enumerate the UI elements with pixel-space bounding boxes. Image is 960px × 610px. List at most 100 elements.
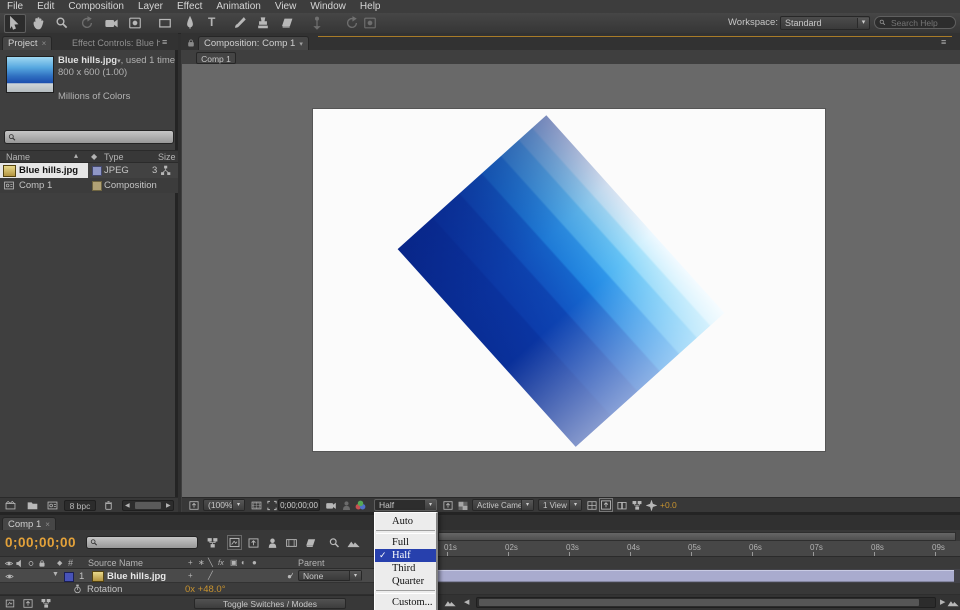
menu-item-auto[interactable]: Auto (375, 515, 436, 528)
scrollbar-thumb[interactable] (479, 599, 919, 606)
region-of-interest-icon[interactable] (266, 500, 278, 511)
shared-view-icon[interactable] (600, 499, 612, 511)
exposure-value[interactable]: +0.0 (660, 500, 677, 510)
source-name-column[interactable]: Source Name (88, 558, 143, 568)
property-name[interactable]: Rotation (87, 584, 122, 595)
label-swatch[interactable] (92, 181, 102, 191)
column-name[interactable]: Name (6, 152, 30, 162)
menu-file[interactable]: File (0, 1, 30, 12)
work-area-bar[interactable] (438, 532, 956, 541)
project-search-input[interactable] (19, 132, 170, 142)
menu-item-full[interactable]: Full (375, 536, 436, 549)
menu-item-quarter[interactable]: Quarter (375, 575, 436, 588)
camera-tool-icon[interactable] (104, 16, 119, 30)
close-icon[interactable]: × (45, 520, 50, 529)
table-row[interactable]: Comp 1 Composition (0, 178, 178, 193)
tab-project[interactable]: Project × (2, 36, 52, 50)
expand-inout-pane-icon[interactable] (22, 598, 34, 609)
brainstorm-icon[interactable] (328, 537, 341, 549)
toggle-switches-modes-button[interactable]: Toggle Switches / Modes (194, 598, 346, 609)
menu-layer[interactable]: Layer (131, 1, 170, 12)
timeline-button-icon[interactable] (616, 500, 628, 511)
zoom-tool-icon[interactable] (55, 16, 69, 30)
show-channel-icon[interactable] (354, 499, 367, 512)
project-search-box[interactable] (4, 130, 174, 144)
scroll-left-icon[interactable]: ◀ (125, 502, 130, 509)
interpret-footage-icon[interactable] (4, 500, 17, 511)
motion-blur-icon[interactable] (304, 537, 317, 549)
layer-label-swatch[interactable] (64, 572, 74, 582)
menu-animation[interactable]: Animation (209, 1, 267, 12)
type-tool-icon[interactable]: T (208, 15, 215, 29)
chevron-down-icon[interactable]: ▾ (299, 40, 303, 48)
timeline-search-input[interactable] (101, 538, 194, 548)
pan-behind-tool-icon[interactable] (128, 16, 142, 30)
live-update-icon[interactable] (228, 536, 241, 549)
help-search-input[interactable] (889, 17, 951, 29)
safe-margins-icon[interactable] (250, 500, 263, 511)
panel-lock-icon[interactable] (186, 38, 196, 48)
clone-stamp-tool-icon[interactable] (256, 16, 270, 30)
layer-position-switch[interactable]: + (188, 571, 193, 580)
bit-depth-button[interactable]: 8 bpc (64, 500, 96, 511)
menu-effect[interactable]: Effect (170, 1, 209, 12)
table-row[interactable]: Blue hills.jpg JPEG 3 (0, 163, 178, 178)
draft-3d-icon[interactable] (247, 537, 260, 549)
column-size[interactable]: Size (158, 152, 176, 162)
footage-name[interactable]: Blue hills.jpg (58, 55, 117, 66)
menu-item-custom[interactable]: Custom... (375, 596, 436, 609)
row-name[interactable]: Blue hills.jpg (19, 165, 78, 176)
scroll-left-icon[interactable]: ◀ (464, 598, 469, 606)
timeline-timecode[interactable]: 0;00;00;00 (5, 535, 76, 550)
brush-tool-icon[interactable] (232, 16, 246, 30)
tab-timeline-comp1[interactable]: Comp 1 × (2, 517, 56, 530)
help-search-box[interactable] (874, 16, 956, 29)
project-panel-menu-icon[interactable]: ≡ (162, 37, 167, 47)
shy-layers-icon[interactable] (266, 537, 279, 549)
rotation-tool-icon[interactable] (80, 16, 94, 30)
view-layout-dropdown[interactable]: 1 View ▾ (538, 499, 582, 511)
menu-view[interactable]: View (268, 1, 304, 12)
layer-expand-triangle[interactable]: ▼ (52, 571, 59, 578)
parent-dropdown[interactable]: None ▾ (298, 570, 362, 581)
time-ruler[interactable]: 01s 02s 03s 04s 05s 06s 07s 08s 09s (438, 541, 960, 557)
pen-tool-icon[interactable] (183, 16, 197, 30)
label-swatch[interactable] (92, 166, 102, 176)
new-folder-icon[interactable] (26, 500, 39, 511)
menu-item-third[interactable]: Third (375, 562, 436, 575)
expand-options-pane-icon[interactable] (40, 598, 52, 609)
menu-item-half[interactable]: ✓Half (375, 549, 436, 562)
layer-name[interactable]: Blue hills.jpg (107, 571, 166, 582)
rotation-value[interactable]: 0x +48.0° (185, 584, 226, 595)
workspace-dropdown[interactable]: Standard ▾ (780, 16, 870, 30)
comp-panel-menu-icon[interactable]: ≡ (941, 37, 946, 47)
always-preview-icon[interactable] (188, 500, 200, 511)
resolution-dropdown[interactable]: Half ▾ (374, 499, 437, 511)
comp-mini-flow-icon[interactable] (206, 537, 219, 549)
magnification-dropdown[interactable]: (100%) ▾ (203, 499, 245, 511)
hand-tool-icon[interactable] (31, 16, 45, 30)
comp-mini-flowchart-button[interactable]: Comp 1 (196, 52, 236, 64)
scroll-right-icon[interactable]: ▶ (166, 502, 171, 509)
menu-edit[interactable]: Edit (30, 1, 61, 12)
property-row[interactable]: Rotation 0x +48.0° (0, 583, 436, 595)
exposure-icon[interactable] (646, 500, 657, 511)
camera-view-dropdown[interactable]: Active Camera ▾ (472, 499, 534, 511)
show-snapshot-icon[interactable] (341, 500, 352, 511)
parent-column[interactable]: Parent (298, 558, 325, 568)
new-composition-icon[interactable] (46, 500, 59, 511)
stopwatch-icon[interactable] (72, 584, 83, 594)
layer-visibility-eye-icon[interactable] (4, 572, 15, 581)
frame-blend-icon[interactable] (285, 537, 298, 549)
menu-help[interactable]: Help (353, 1, 388, 12)
layer-track[interactable] (438, 569, 960, 583)
tab-composition[interactable]: Composition: Comp 1 ▾ (198, 36, 309, 50)
layer-row[interactable]: ▼ 1 Blue hills.jpg + ╱ None ▾ (0, 569, 436, 583)
timeline-search-box[interactable] (86, 536, 198, 549)
eraser-tool-icon[interactable] (280, 16, 294, 30)
property-track[interactable] (438, 583, 960, 595)
pixel-aspect-icon[interactable] (586, 500, 598, 511)
shape-tool-icon[interactable] (158, 16, 172, 30)
close-icon[interactable]: × (42, 39, 47, 48)
row-name[interactable]: Comp 1 (19, 180, 52, 191)
